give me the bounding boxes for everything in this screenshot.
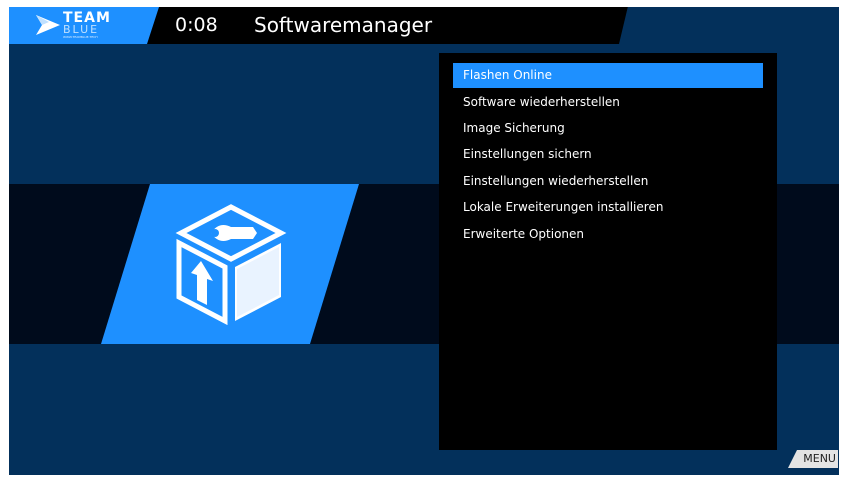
logo-blue-text: BLUE xyxy=(63,23,100,36)
logo-area: TEAM BLUE WWW.TEAMBLUE.TECH xyxy=(9,7,159,44)
menu-item-einstellungen-sichern[interactable]: Einstellungen sichern xyxy=(453,142,763,167)
top-bar: TEAM BLUE WWW.TEAMBLUE.TECH 0:08 Softwar… xyxy=(9,7,839,44)
menu-item-software-wiederherstellen[interactable]: Software wiederherstellen xyxy=(453,90,763,115)
menu-item-flashen-online[interactable]: Flashen Online xyxy=(453,63,763,88)
logo-arrow-icon xyxy=(36,15,60,35)
menu-list: Flashen Online Software wiederherstellen… xyxy=(439,53,777,450)
logo-tagline: WWW.TEAMBLUE.TECH xyxy=(63,35,98,39)
team-blue-logo: TEAM BLUE WWW.TEAMBLUE.TECH xyxy=(35,11,125,40)
menu-item-einstellungen-wiederherstellen[interactable]: Einstellungen wiederherstellen xyxy=(453,169,763,194)
clock: 0:08 xyxy=(175,14,218,36)
screen: TEAM BLUE WWW.TEAMBLUE.TECH 0:08 Softwar… xyxy=(9,7,839,475)
software-package-icon xyxy=(175,204,287,325)
top-bar-tail xyxy=(619,7,839,44)
menu-item-erweiterte-optionen[interactable]: Erweiterte Optionen xyxy=(453,222,763,247)
menu-item-image-sicherung[interactable]: Image Sicherung xyxy=(453,116,763,141)
menu-item-lokale-erweiterungen[interactable]: Lokale Erweiterungen installieren xyxy=(453,195,763,220)
page-title: Softwaremanager xyxy=(254,13,433,37)
